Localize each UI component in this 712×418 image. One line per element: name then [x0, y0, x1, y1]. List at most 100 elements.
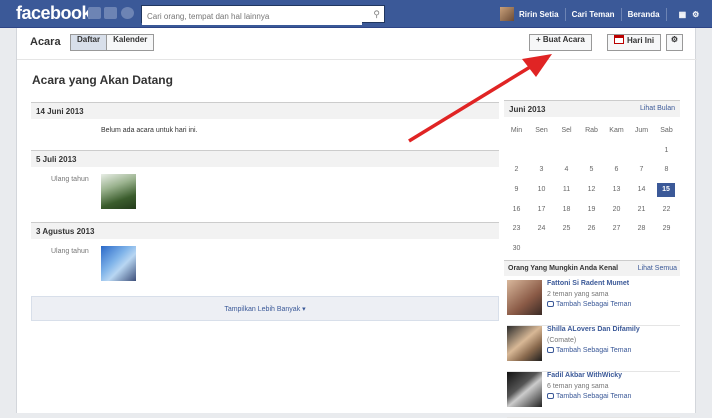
- mutual-friends[interactable]: 2 teman yang sama: [547, 291, 608, 298]
- calendar-day[interactable]: 30: [504, 239, 529, 259]
- date-header: 5 Juli 2013: [31, 150, 499, 167]
- calendar-day[interactable]: 21: [629, 200, 654, 220]
- calendar-day[interactable]: 8: [654, 160, 679, 180]
- calendar-day: [629, 239, 654, 259]
- weekday-label: Kam: [609, 127, 624, 134]
- home-link[interactable]: Beranda: [628, 10, 660, 19]
- calendar-day[interactable]: 22: [654, 200, 679, 220]
- weekday-label: Sab: [660, 127, 673, 134]
- calendar-week: 30: [504, 239, 680, 259]
- view-month-link[interactable]: Lihat Bulan: [640, 105, 675, 112]
- calendar-day[interactable]: 24: [529, 219, 554, 239]
- calendar-day[interactable]: 2: [504, 160, 529, 180]
- birthday-person-photo[interactable]: [101, 246, 136, 281]
- weekday-label: Jum: [634, 127, 649, 134]
- calendar-week: 16 17 18 19 20 21 22: [504, 200, 680, 220]
- calendar-day: [654, 239, 679, 259]
- calendar-day[interactable]: 3: [529, 160, 554, 180]
- suggested-person: Fadil Akbar WithWicky 6 teman yang sama …: [507, 372, 680, 418]
- add-friend-icon: [547, 347, 554, 353]
- tab-calendar[interactable]: Kalender: [107, 34, 155, 51]
- calendar-day[interactable]: 27: [604, 219, 629, 239]
- birthday-person-photo[interactable]: [101, 174, 136, 209]
- search-box[interactable]: ⚲: [141, 5, 385, 25]
- calendar-day[interactable]: 6: [604, 160, 629, 180]
- calendar-day-today[interactable]: 15: [657, 183, 675, 198]
- calendar-day[interactable]: 28: [629, 219, 654, 239]
- calendar-day[interactable]: 18: [554, 200, 579, 220]
- person-photo[interactable]: [507, 280, 542, 315]
- calendar-day[interactable]: 20: [604, 200, 629, 220]
- facebook-logo[interactable]: facebook: [16, 3, 92, 24]
- divider: [665, 7, 667, 21]
- calendar-day: [579, 239, 604, 259]
- weekday-label: Min: [510, 127, 523, 134]
- calendar-day: [529, 239, 554, 259]
- calendar-day: [504, 141, 529, 161]
- friend-requests-icon[interactable]: [88, 7, 101, 19]
- weekday-label: Sen: [535, 127, 548, 134]
- calendar-day: [554, 239, 579, 259]
- tab-list[interactable]: Daftar: [70, 34, 108, 51]
- calendar-day[interactable]: 29: [654, 219, 679, 239]
- profile-link[interactable]: Ririn Setia: [519, 10, 559, 19]
- add-friend-button[interactable]: Tambah Sebagai Teman: [547, 301, 631, 308]
- today-button[interactable]: Hari Ini: [607, 34, 662, 51]
- calendar-day[interactable]: 19: [579, 200, 604, 220]
- gear-icon[interactable]: ⚙: [692, 10, 699, 19]
- calendar-day[interactable]: 12: [579, 180, 604, 200]
- privacy-shortcuts-icon[interactable]: ▦: [679, 10, 687, 19]
- add-friend-icon: [547, 301, 554, 307]
- calendar-day: [629, 141, 654, 161]
- calendar-grid: 1 2 3 4 5 6 7 8 9 10 11 12 13 14 15 16 17 18 19 20 21 22 23 24 2…: [504, 141, 680, 259]
- person-name[interactable]: Fadil Akbar WithWicky: [547, 372, 622, 379]
- add-friend-icon: [547, 393, 554, 399]
- weekday-label: Sel: [561, 127, 572, 134]
- calendar-day[interactable]: 10: [529, 180, 554, 200]
- search-icon[interactable]: ⚲: [373, 9, 380, 20]
- calendar-day[interactable]: 9: [504, 180, 529, 200]
- view-switch: Daftar Kalender: [70, 34, 155, 51]
- main-content: Acara Daftar Kalender + Buat Acara Hari …: [16, 28, 697, 418]
- calendar-day[interactable]: 13: [604, 180, 629, 200]
- date-header: 14 Juni 2013: [31, 102, 499, 119]
- calendar-day[interactable]: 11: [554, 180, 579, 200]
- person-name[interactable]: Fattoni Si Radent Mumet: [547, 280, 629, 287]
- person-name[interactable]: Shilla ALovers Dan Difamily: [547, 326, 640, 333]
- calendar-day[interactable]: 5: [579, 160, 604, 180]
- events-header: Acara Daftar Kalender + Buat Acara Hari …: [17, 28, 697, 60]
- calendar-day[interactable]: 4: [554, 160, 579, 180]
- calendar-day[interactable]: 7: [629, 160, 654, 180]
- find-friends-link[interactable]: Cari Teman: [572, 10, 615, 19]
- avatar[interactable]: [500, 7, 514, 21]
- calendar-day[interactable]: 14: [629, 180, 654, 200]
- weekday-row: Min Sen Sel Rab Kam Jum Sab: [504, 121, 680, 141]
- mini-calendar: Juni 2013 Lihat Bulan Min Sen Sel Rab Kam Jum…: [504, 100, 680, 259]
- add-friend-button[interactable]: Tambah Sebagai Teman: [547, 393, 631, 400]
- calendar-day[interactable]: 23: [504, 219, 529, 239]
- calendar-week: 9 10 11 12 13 14 15: [504, 180, 680, 200]
- search-input[interactable]: [142, 8, 362, 25]
- show-more-label: Tampilkan Lebih Banyak: [224, 306, 301, 313]
- settings-gear-icon[interactable]: ⚙: [666, 34, 683, 51]
- notifications-icon[interactable]: [121, 7, 134, 19]
- calendar-day[interactable]: 16: [504, 200, 529, 220]
- show-more-button[interactable]: Tampilkan Lebih Banyak ▾: [31, 296, 499, 321]
- see-all-link[interactable]: Lihat Semua: [638, 265, 677, 272]
- add-friend-button[interactable]: Tambah Sebagai Teman: [547, 347, 631, 354]
- calendar-day[interactable]: 1: [654, 141, 679, 161]
- calendar-day[interactable]: 17: [529, 200, 554, 220]
- messages-icon[interactable]: [104, 7, 117, 19]
- person-photo[interactable]: [507, 372, 542, 407]
- divider: [620, 7, 622, 21]
- page-title: Acara: [30, 36, 61, 48]
- calendar-day[interactable]: 26: [579, 219, 604, 239]
- calendar-day[interactable]: 25: [554, 219, 579, 239]
- calendar-day: [579, 141, 604, 161]
- calendar-header: Juni 2013 Lihat Bulan: [504, 100, 680, 117]
- calendar-week: 23 24 25 26 27 28 29: [504, 219, 680, 239]
- create-event-button[interactable]: + Buat Acara: [529, 34, 592, 51]
- mutual-friends[interactable]: 6 teman yang sama: [547, 383, 608, 390]
- divider: [564, 7, 566, 21]
- person-photo[interactable]: [507, 326, 542, 361]
